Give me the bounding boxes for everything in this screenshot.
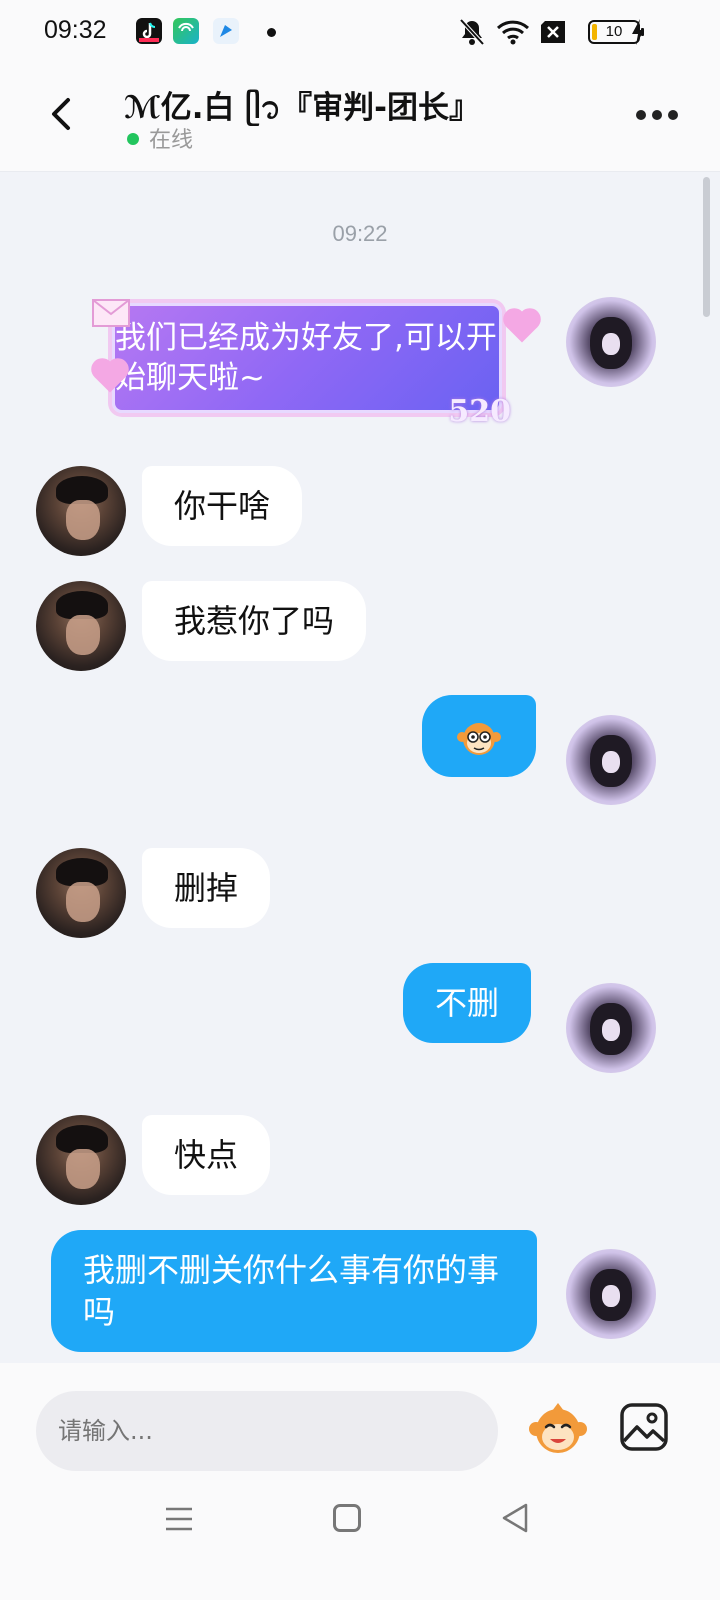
nav-back-icon[interactable] (500, 1502, 530, 1534)
my-avatar[interactable] (566, 297, 656, 387)
status-bar: 09:32 10 (0, 0, 720, 64)
mute-icon (459, 18, 485, 46)
system-navigation-bar (0, 1480, 720, 1600)
charging-icon (632, 19, 644, 45)
message-timestamp: 09:22 (332, 221, 388, 246)
contact-avatar[interactable] (36, 1115, 126, 1205)
recent-apps-icon[interactable] (164, 1506, 194, 1532)
online-status-text: 在线 (149, 128, 194, 153)
contact-avatar[interactable] (36, 466, 126, 556)
wifi-icon (496, 20, 530, 45)
monkey-emoji-icon (457, 723, 501, 755)
friend-added-card: 我们已经成为好友了,可以开始聊天啦~ 520 (92, 299, 538, 429)
my-avatar[interactable] (566, 715, 656, 805)
envelope-icon (92, 299, 130, 327)
browser-icon (213, 18, 239, 44)
no-sim-icon (541, 21, 565, 43)
message-input-bar (0, 1363, 720, 1480)
outgoing-sticker-message[interactable] (422, 695, 536, 777)
message-input[interactable] (36, 1391, 498, 1471)
scrollbar[interactable] (703, 177, 710, 317)
contact-avatar[interactable] (36, 848, 126, 938)
my-avatar[interactable] (566, 983, 656, 1073)
online-status-dot (127, 133, 139, 145)
chat-area[interactable]: 09:22 我们已经成为好友了,可以开始聊天啦~ 520 你干啥 我惹你了吗 删… (0, 173, 720, 1363)
notification-dot-icon (267, 28, 276, 37)
contact-avatar[interactable] (36, 581, 126, 671)
emoji-sticker-icon[interactable] (528, 1399, 588, 1459)
incoming-message[interactable]: 快点 (142, 1115, 271, 1195)
chat-header: ℳ亿.白 ᥫ᭡『审判-团长』 在线 (0, 64, 720, 172)
outgoing-message[interactable]: 我删不删关你什么事有你的事吗 (51, 1230, 537, 1352)
more-options-icon[interactable] (636, 108, 680, 122)
app-icon (173, 18, 199, 44)
my-avatar[interactable] (566, 1249, 656, 1339)
back-arrow-icon[interactable] (40, 92, 84, 136)
tiktok-icon (136, 18, 162, 44)
incoming-message[interactable]: 删掉 (142, 848, 271, 928)
incoming-message[interactable]: 你干啥 (142, 466, 303, 546)
image-picker-icon[interactable] (618, 1401, 670, 1453)
home-icon[interactable] (333, 1504, 361, 1532)
status-time: 09:32 (44, 16, 107, 44)
friend-added-message: 我们已经成为好友了,可以开始聊天啦~ (115, 320, 497, 396)
incoming-message[interactable]: 我惹你了吗 (142, 581, 367, 661)
outgoing-message[interactable]: 不删 (403, 963, 532, 1043)
badge-520: 520 (448, 394, 511, 429)
